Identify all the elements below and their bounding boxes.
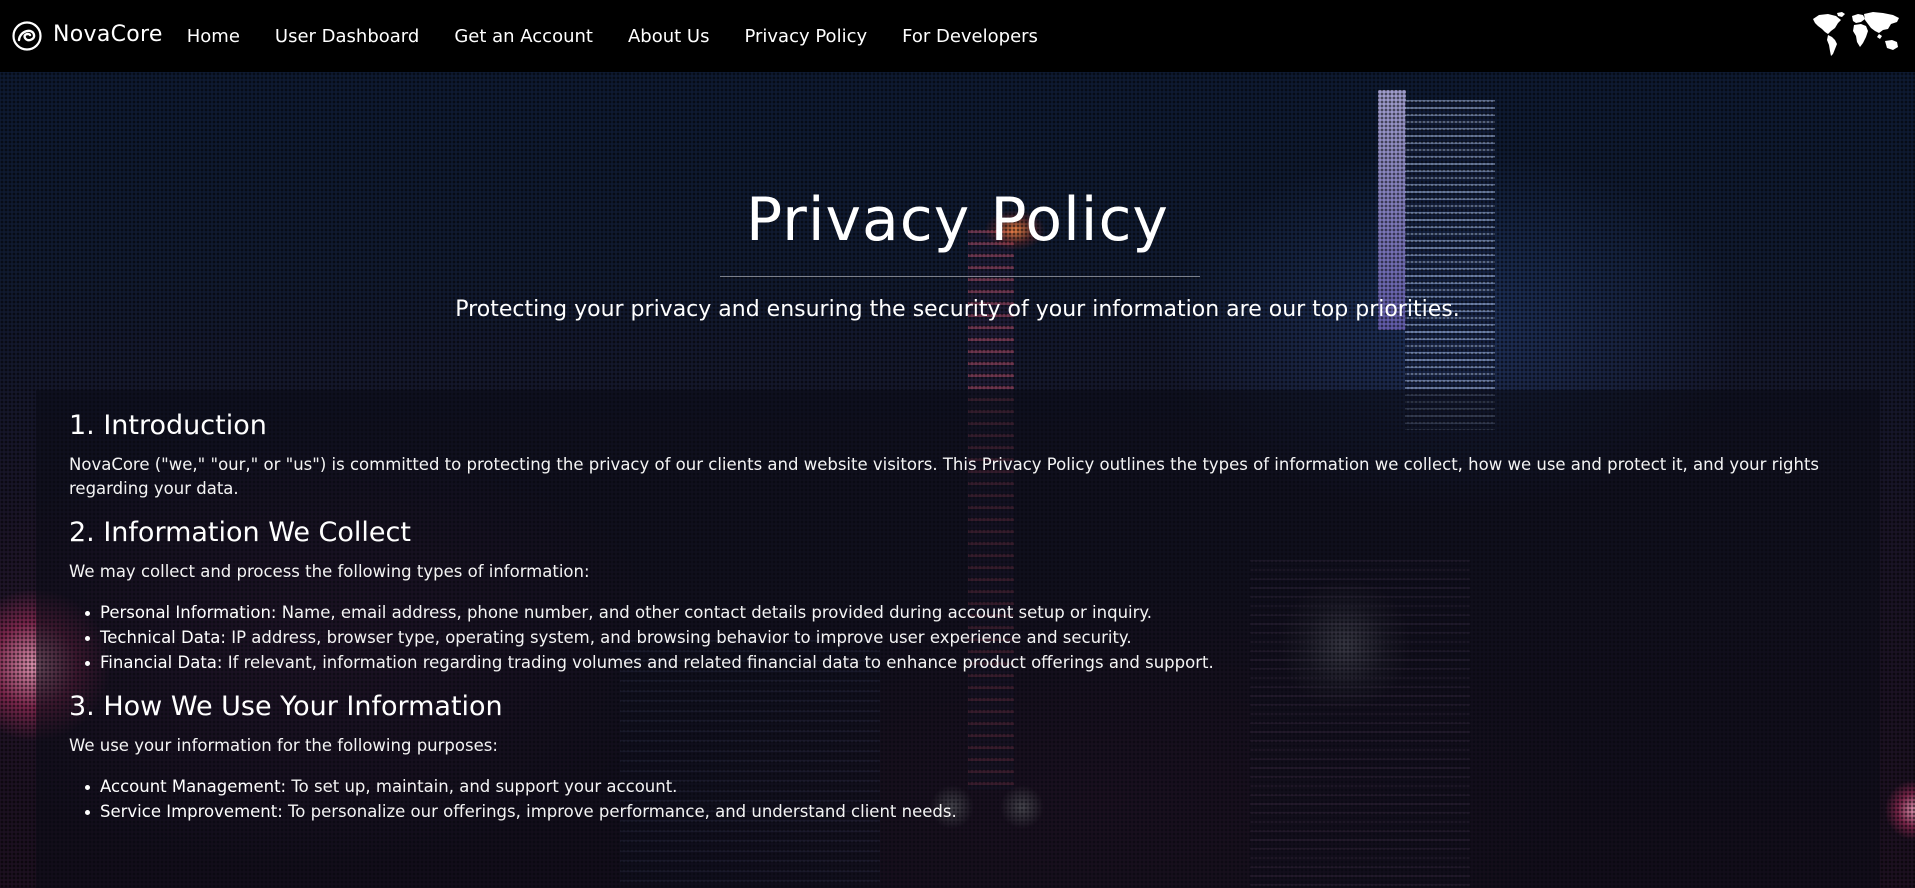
section-paragraph: We use your information for the followin… (69, 736, 498, 755)
list-item-text: To set up, maintain, and support your ac… (286, 777, 678, 796)
list-item-term: Financial Data: (100, 653, 223, 672)
section-paragraph: NovaCore ("we," "our," or "us") is commi… (69, 455, 1820, 498)
top-nav-bar: NovaCore Home User Dashboard Get an Acco… (0, 0, 1915, 72)
section-list: Account Management: To set up, maintain,… (69, 774, 1848, 824)
background-light (1885, 780, 1915, 840)
nav-link-privacy-policy[interactable]: Privacy Policy (744, 26, 867, 47)
list-item: Technical Data: IP address, browser type… (83, 625, 1848, 650)
list-item-term: Account Management: (100, 777, 287, 796)
section-paragraph: We may collect and process the following… (69, 562, 590, 581)
title-divider (720, 276, 1200, 277)
list-item-term: Technical Data: (100, 628, 226, 647)
list-item: Account Management: To set up, maintain,… (83, 774, 1848, 799)
section-heading: 1. Introduction (69, 410, 267, 441)
section-heading: 2. Information We Collect (69, 517, 411, 548)
section-list: Personal Information: Name, email addres… (69, 600, 1848, 675)
privacy-policy-page: NovaCore Home User Dashboard Get an Acco… (0, 0, 1915, 888)
policy-section-how-we-use: 3. How We Use Your Information We use yo… (69, 693, 1848, 824)
policy-content-panel: 1. Introduction NovaCore ("we," "our," o… (36, 390, 1880, 888)
list-item: Personal Information: Name, email addres… (83, 600, 1848, 625)
nav-link-for-developers[interactable]: For Developers (902, 26, 1038, 47)
world-map-icon[interactable] (1811, 10, 1903, 58)
nav-link-get-an-account[interactable]: Get an Account (454, 26, 593, 47)
list-item-text: IP address, browser type, operating syst… (225, 628, 1132, 647)
hero-section: Privacy Policy Protecting your privacy a… (0, 72, 1915, 390)
list-item: Financial Data: If relevant, information… (83, 650, 1848, 675)
brand-name: NovaCore (53, 21, 163, 47)
list-item: Service Improvement: To personalize our … (83, 799, 1848, 824)
nav-link-about-us[interactable]: About Us (628, 26, 710, 47)
nav-link-user-dashboard[interactable]: User Dashboard (275, 26, 419, 47)
list-item-term: Personal Information: (100, 603, 277, 622)
list-item-text: If relevant, information regarding tradi… (222, 653, 1214, 672)
section-heading: 3. How We Use Your Information (69, 691, 503, 722)
list-item-text: To personalize our offerings, improve pe… (282, 802, 957, 821)
list-item-text: Name, email address, phone number, and o… (276, 603, 1153, 622)
page-title: Privacy Policy (746, 185, 1169, 255)
page-subtitle: Protecting your privacy and ensuring the… (455, 297, 1460, 322)
list-item-term: Service Improvement: (100, 802, 283, 821)
policy-section-information-we-collect: 2. Information We Collect We may collect… (69, 519, 1848, 675)
policy-section-introduction: 1. Introduction NovaCore ("we," "our," o… (69, 412, 1848, 501)
swirl-logo-icon (12, 21, 42, 51)
brand-home-link[interactable]: NovaCore (12, 0, 163, 72)
nav-links: Home User Dashboard Get an Account About… (187, 26, 1073, 47)
nav-link-home[interactable]: Home (187, 26, 240, 47)
